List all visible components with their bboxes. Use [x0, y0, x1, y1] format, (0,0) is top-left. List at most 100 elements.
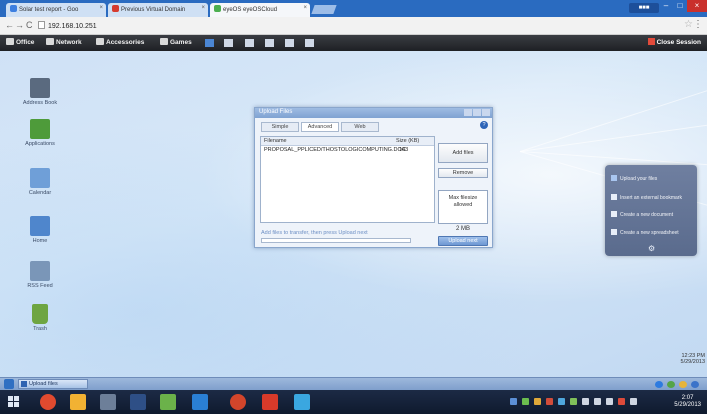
widget-item-bookmark[interactable]: Insert an external bookmark: [611, 194, 695, 203]
app-icon[interactable]: [230, 394, 246, 410]
widget-item-new-document[interactable]: Create a new document: [611, 211, 695, 220]
quicklaunch-icon[interactable]: [205, 39, 214, 47]
tray-icon[interactable]: [582, 398, 589, 405]
app-icon[interactable]: [130, 394, 146, 410]
tray-icon[interactable]: [630, 398, 637, 405]
menu-network-label: Network: [56, 39, 82, 46]
windows-tray: [510, 398, 680, 406]
dialog-maximize-icon[interactable]: [473, 109, 481, 116]
browser-tab-label: Solar test report - Goo: [19, 7, 79, 13]
rss-icon: [30, 261, 50, 281]
desktop-icon-label: Home: [32, 238, 48, 244]
desktop-icon-label: Calendar: [28, 190, 52, 196]
clock-date: 5/29/2013: [674, 402, 701, 408]
browser-tab-3[interactable]: eyeOS eyeOSCloud ×: [210, 3, 310, 17]
app-icon[interactable]: [294, 394, 310, 410]
desktop-icon-applications[interactable]: Applications: [14, 119, 66, 148]
volume-icon[interactable]: [594, 398, 601, 405]
tray-icon[interactable]: [534, 398, 541, 405]
reload-icon[interactable]: C: [26, 20, 33, 30]
column-filename[interactable]: Filename: [264, 138, 287, 144]
games-icon: [160, 38, 168, 45]
app-icon[interactable]: [160, 394, 176, 410]
os-start-icon[interactable]: [4, 379, 14, 389]
address-text: 192.168.10.251: [48, 23, 97, 30]
desktop-icon-label: Trash: [33, 326, 47, 332]
menu-network[interactable]: Network: [46, 38, 82, 46]
app-icon[interactable]: [192, 394, 208, 410]
menu-office[interactable]: Office: [6, 38, 34, 46]
browser-tab-1[interactable]: Solar test report - Goo ×: [6, 3, 106, 17]
pdf-icon[interactable]: [262, 394, 278, 410]
office-icon: [6, 38, 14, 45]
app-icon[interactable]: [100, 394, 116, 410]
close-tab-icon[interactable]: ×: [99, 5, 103, 11]
widget-item-new-spreadsheet[interactable]: Create a new spreadsheet: [611, 229, 695, 238]
desktop-icon-address-book[interactable]: Address Book: [14, 78, 66, 107]
desktop-icon-trash[interactable]: Trash: [14, 304, 66, 333]
power-icon: [647, 38, 655, 45]
new-tab-button[interactable]: [311, 5, 337, 14]
quicklaunch-icon[interactable]: [285, 39, 294, 47]
dialog-titlebar[interactable]: Upload Files: [255, 108, 492, 118]
menu-games[interactable]: Games: [160, 38, 192, 46]
maximize-icon[interactable]: □: [673, 0, 687, 12]
tray-icon[interactable]: [570, 398, 577, 405]
desktop-icon-calendar[interactable]: Calendar: [14, 168, 66, 197]
upload-next-button[interactable]: Upload next: [438, 236, 488, 246]
browser-tab-2[interactable]: Previous Virtual Domain ×: [108, 3, 208, 17]
windows-start-icon[interactable]: [8, 396, 20, 408]
tray-user-icon[interactable]: [691, 381, 699, 388]
tab-web[interactable]: Web: [341, 122, 379, 132]
tray-icon[interactable]: [522, 398, 529, 405]
dialog-minimize-icon[interactable]: [464, 109, 472, 116]
quicklaunch-icon[interactable]: [224, 39, 233, 47]
widget-item-label: Create a new spreadsheet: [620, 230, 679, 236]
tray-icon[interactable]: [546, 398, 553, 405]
file-list-header: Filename Size (KB): [261, 137, 434, 146]
add-files-button[interactable]: Add files: [438, 143, 488, 163]
windows-clock[interactable]: 2:07 5/29/2013: [674, 395, 701, 409]
tray-notify-icon[interactable]: [679, 381, 687, 388]
forward-arrow-icon[interactable]: →: [15, 20, 24, 30]
taskbar-window-button[interactable]: Upload files: [18, 379, 88, 389]
upload-progress-bar: [261, 238, 411, 243]
tray-globe-icon[interactable]: [655, 381, 663, 388]
tray-icon[interactable]: [510, 398, 517, 405]
address-bar[interactable]: 192.168.10.251: [38, 21, 97, 30]
tray-icon[interactable]: [558, 398, 565, 405]
minimize-icon[interactable]: –: [659, 0, 673, 12]
close-tab-icon[interactable]: ×: [303, 5, 307, 11]
remove-button[interactable]: Remove: [438, 168, 488, 178]
desktop-icon-home[interactable]: Home: [14, 216, 66, 245]
widget-item-upload[interactable]: Upload your files: [611, 175, 695, 184]
close-window-icon[interactable]: ×: [687, 0, 707, 12]
quicklaunch-icon[interactable]: [265, 39, 274, 47]
help-icon[interactable]: ?: [480, 121, 488, 129]
tray-icon[interactable]: [618, 398, 625, 405]
quicklaunch-icon[interactable]: [245, 39, 254, 47]
browser-tab-strip: Solar test report - Goo × Previous Virtu…: [0, 0, 707, 17]
file-explorer-icon[interactable]: [70, 394, 86, 410]
file-name-cell: PROPOSAL_PPLICED/THOSTOLOGICOMPUTING.DOC: [264, 147, 406, 153]
file-list[interactable]: Filename Size (KB) PROPOSAL_PPLICED/THOS…: [260, 136, 435, 223]
tray-status-icon[interactable]: [667, 381, 675, 388]
quicklaunch-icon[interactable]: [305, 39, 314, 47]
network-tray-icon[interactable]: [606, 398, 613, 405]
widget-settings-icon[interactable]: ⚙: [648, 244, 655, 253]
browser-menu-icon[interactable]: ⋮: [693, 19, 703, 30]
tab-advanced[interactable]: Advanced: [301, 122, 339, 132]
file-size-cell: 143: [399, 147, 409, 153]
tab-simple[interactable]: Simple: [261, 122, 299, 132]
bookmark-star-icon[interactable]: ☆: [684, 19, 693, 30]
table-row[interactable]: PROPOSAL_PPLICED/THOSTOLOGICOMPUTING.DOC…: [261, 147, 434, 155]
chrome-icon[interactable]: [40, 394, 56, 410]
menu-accessories[interactable]: Accessories: [96, 38, 144, 46]
close-session-button[interactable]: Close Session: [647, 38, 701, 46]
desktop-icon-rss-feed[interactable]: RSS Feed: [14, 261, 66, 290]
close-tab-icon[interactable]: ×: [201, 5, 205, 11]
dialog-close-icon[interactable]: [482, 109, 490, 116]
back-arrow-icon[interactable]: ←: [5, 20, 14, 30]
column-size[interactable]: Size (KB): [396, 138, 419, 144]
user-badge[interactable]: ■■■: [629, 3, 659, 13]
